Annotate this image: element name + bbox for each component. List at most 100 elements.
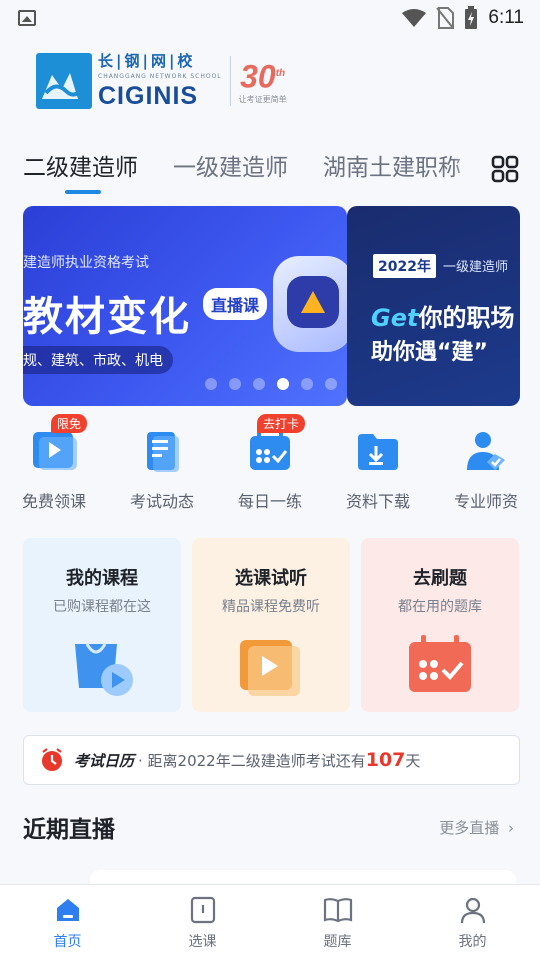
- home-icon: [53, 895, 83, 925]
- logo-slogan: 让考证更简单: [238, 95, 287, 105]
- carousel-dot[interactable]: [205, 378, 217, 390]
- carousel-dots: [205, 378, 337, 390]
- no-sim-icon: [436, 7, 455, 29]
- clock: 6:11: [488, 7, 524, 28]
- logo-en-small: CHANGGANG NETWORK SCHOOL: [98, 73, 222, 80]
- mascot-robot-icon: [273, 256, 347, 352]
- nav-label: 我的: [458, 934, 487, 950]
- carousel-dot-active[interactable]: [277, 378, 289, 390]
- exam-countdown-bar[interactable]: 考试日历 · 距离2022年二级建造师考试还有107天: [23, 735, 520, 785]
- banner-highlight: Get: [371, 304, 419, 332]
- all-categories-button[interactable]: [470, 140, 540, 198]
- banner-title: 教材变化: [23, 294, 191, 340]
- quick-link-teachers[interactable]: 专业师资: [432, 428, 540, 512]
- quick-link-exam-news[interactable]: 考试动态: [108, 428, 216, 512]
- banner-year: 2022年: [373, 254, 436, 278]
- bottom-nav: 首页 选课 题库 我的: [0, 884, 540, 960]
- app-logo: 长|钢|网|校 CHANGGANG NETWORK SCHOOL CIGINIS…: [36, 50, 287, 111]
- banner-line1: Get你的职场: [371, 298, 514, 333]
- category-tabs: 二级建造师 一级建造师 湖南土建职称: [0, 148, 540, 198]
- nav-profile[interactable]: 我的: [405, 885, 540, 960]
- banner-slide-current[interactable]: 建造师执业资格考试 教材变化 直播课 规、建筑、市政、机电: [23, 206, 347, 406]
- question-bank-card[interactable]: 去刷题 都在用的题库: [361, 538, 519, 712]
- banner-carousel[interactable]: 建造师执业资格考试 教材变化 直播课 规、建筑、市政、机电 2022年 一级建造…: [23, 206, 540, 406]
- play-video-icon: 限免: [31, 414, 88, 474]
- feature-cards: 我的课程 已购课程都在这 选课试听 精品课程免费听 去刷题 都在用的题库: [23, 538, 520, 712]
- nav-home[interactable]: 首页: [0, 885, 135, 960]
- nav-label: 首页: [53, 934, 82, 950]
- banner-live-tag: 直播课: [203, 288, 268, 320]
- anniversary-sup: th: [275, 67, 286, 79]
- logo-mark-icon: [36, 52, 92, 109]
- shopping-bag-play-icon: [67, 630, 137, 700]
- tab-hunan-tujian[interactable]: 湖南土建职称: [323, 148, 461, 182]
- anniversary-number: 30: [240, 58, 276, 95]
- card-title: 我的课程: [66, 568, 138, 589]
- banner-subjects: 规、建筑、市政、机电: [23, 346, 173, 374]
- nav-label: 选课: [188, 934, 217, 950]
- banner-year-label: 一级建造师: [443, 260, 509, 275]
- more-live-link[interactable]: 更多直播 ›: [439, 817, 514, 838]
- carousel-dot[interactable]: [301, 378, 313, 390]
- quick-link-label: 免费领课: [21, 492, 86, 511]
- chevron-right-icon: ›: [508, 819, 514, 837]
- grid-icon: [491, 155, 519, 183]
- card-subtitle: 都在用的题库: [398, 599, 482, 615]
- tab-yiji[interactable]: 一级建造师: [173, 148, 288, 182]
- battery-charging-icon: [465, 6, 478, 29]
- wifi-icon: [402, 9, 427, 27]
- banner-subtitle: 建造师执业资格考试: [23, 255, 149, 271]
- banner-line1-text: 你的职场: [418, 304, 515, 332]
- video-play-icon: [236, 630, 306, 700]
- countdown-days: 107: [365, 749, 406, 771]
- card-title: 选课试听: [235, 568, 307, 589]
- anniversary-badge: 30th 让考证更简单: [239, 56, 287, 106]
- logo-divider: [229, 55, 231, 106]
- carousel-dot[interactable]: [325, 378, 337, 390]
- banner-line2: 助你遇“建”: [371, 340, 488, 365]
- user-profile-icon: [458, 895, 488, 925]
- countdown-text: · 距离2022年二级建造师考试还有107天: [138, 749, 420, 771]
- course-book-icon: [188, 895, 218, 925]
- document-list-icon: [139, 428, 185, 474]
- gallery-notification-icon: [18, 10, 36, 26]
- logo-text: 长|钢|网|校 CHANGGANG NETWORK SCHOOL CIGINIS: [98, 50, 222, 111]
- exam-calendar-logo: 考试日历: [74, 751, 135, 770]
- free-badge: 限免: [51, 414, 88, 433]
- countdown-prefix: · 距离2022年二级建造师考试还有: [138, 752, 366, 770]
- status-bar: 6:11: [0, 0, 540, 36]
- quick-link-downloads[interactable]: 资料下载: [324, 428, 432, 512]
- folder-download-icon: [355, 428, 401, 474]
- status-icons: 6:11: [402, 6, 524, 30]
- carousel-dot[interactable]: [229, 378, 241, 390]
- quick-link-label: 资料下载: [345, 492, 410, 511]
- header: 长|钢|网|校 CHANGGANG NETWORK SCHOOL CIGINIS…: [0, 36, 540, 120]
- logo-cn-name: 长|钢|网|校: [98, 52, 196, 70]
- quick-links: 限免 免费领课 考试动态 去打卡 每日一练 资料下载 专业师资: [0, 414, 540, 518]
- quick-link-daily-practice[interactable]: 去打卡 每日一练: [216, 414, 324, 512]
- card-title: 去刷题: [413, 568, 467, 589]
- trial-course-card[interactable]: 选课试听 精品课程免费听: [192, 538, 350, 712]
- logo-en-name: CIGINIS: [98, 82, 199, 110]
- my-courses-card[interactable]: 我的课程 已购课程都在这: [23, 538, 181, 712]
- calendar-check-icon: [405, 630, 475, 700]
- card-subtitle: 精品课程免费听: [222, 599, 320, 615]
- nav-courses[interactable]: 选课: [135, 885, 270, 960]
- quick-link-free-course[interactable]: 限免 免费领课: [0, 414, 108, 512]
- active-tab-indicator: [65, 190, 101, 194]
- alarm-clock-icon: [42, 748, 62, 771]
- nav-label: 题库: [323, 934, 352, 950]
- teacher-icon: [463, 428, 509, 474]
- carousel-dot[interactable]: [253, 378, 265, 390]
- recent-live-title: 近期直播: [23, 817, 115, 843]
- countdown-suffix: 天: [405, 752, 421, 770]
- nav-question-bank[interactable]: 题库: [270, 885, 405, 960]
- quick-link-label: 每日一练: [237, 492, 302, 511]
- quick-link-label: 专业师资: [453, 492, 518, 511]
- tab-erji[interactable]: 二级建造师: [23, 148, 138, 182]
- open-book-icon: [323, 895, 353, 925]
- calendar-check-icon: 去打卡: [247, 414, 306, 474]
- banner-slide-next[interactable]: 2022年 一级建造师 Get你的职场 助你遇“建”: [347, 206, 520, 406]
- more-live-label: 更多直播: [439, 819, 500, 837]
- card-subtitle: 已购课程都在这: [53, 599, 151, 615]
